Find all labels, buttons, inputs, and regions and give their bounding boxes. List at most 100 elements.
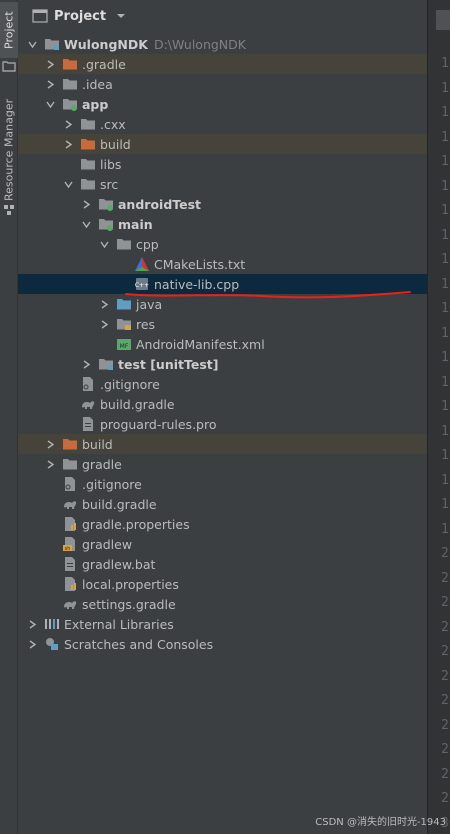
tree-item-cpp[interactable]: cpp bbox=[18, 234, 427, 254]
chevron-down-icon[interactable] bbox=[116, 11, 126, 21]
project-tree: WulongNDK D:\WulongNDK .gradle .idea app .cxx… bbox=[18, 34, 427, 654]
resource-manager-icon[interactable] bbox=[2, 204, 16, 216]
tree-item-label: src bbox=[100, 176, 119, 192]
chevron-right-icon[interactable] bbox=[44, 54, 56, 74]
project-view-title[interactable]: Project bbox=[54, 9, 106, 24]
tree-item-build[interactable]: build bbox=[18, 134, 427, 154]
tree-item-native-lib-cpp[interactable]: C++ native-lib.cpp bbox=[18, 274, 427, 294]
tree-item-build-gradle[interactable]: build.gradle bbox=[18, 494, 427, 514]
chevron-right-icon[interactable] bbox=[44, 74, 56, 94]
tree-item-test-unittest[interactable]: test [unitTest] bbox=[18, 354, 427, 374]
line-number: 1 bbox=[441, 521, 449, 537]
tree-item-gradlew-bat[interactable]: gradlew.bat bbox=[18, 554, 427, 574]
tree-item-external-libraries[interactable]: External Libraries bbox=[18, 614, 427, 634]
chevron-right-icon[interactable] bbox=[98, 314, 110, 334]
resource-manager-tab[interactable]: Resource Manager bbox=[0, 98, 18, 202]
line-number: 1 bbox=[441, 154, 449, 169]
tree-item-cxx[interactable]: .cxx bbox=[18, 114, 427, 134]
line-number: 1 bbox=[441, 129, 449, 145]
folder-grey-dot-icon bbox=[98, 356, 114, 372]
tree-item-label: gradlew bbox=[82, 536, 133, 552]
tree-item-gradlew[interactable]: sh gradlew bbox=[18, 534, 427, 554]
line-number: 1 bbox=[441, 448, 449, 463]
tree-item-label: gradlew.bat bbox=[82, 556, 156, 572]
tree-item-wulongndk[interactable]: WulongNDK D:\WulongNDK bbox=[18, 34, 427, 54]
chevron-right-icon[interactable] bbox=[80, 194, 92, 214]
tree-item-app[interactable]: app bbox=[18, 94, 427, 114]
line-number: 1 bbox=[441, 497, 449, 512]
tree-item-settings-gradle[interactable]: settings.gradle bbox=[18, 594, 427, 614]
line-number: 1 bbox=[441, 105, 449, 120]
chevron-right-icon[interactable] bbox=[44, 434, 56, 454]
properties-icon bbox=[62, 516, 78, 532]
gitignore-icon bbox=[80, 376, 96, 392]
line-number: 2 bbox=[441, 742, 449, 757]
tree-item-label: .gradle bbox=[82, 56, 126, 72]
tree-item-gitignore[interactable]: .gitignore bbox=[18, 374, 427, 394]
folder-res-icon bbox=[116, 316, 132, 332]
chevron-right-icon[interactable] bbox=[26, 634, 38, 654]
chevron-down-icon[interactable] bbox=[44, 94, 56, 114]
folder-grey-icon bbox=[80, 116, 96, 132]
folder-orange-icon bbox=[62, 436, 78, 452]
chevron-right-icon[interactable] bbox=[26, 614, 38, 634]
tree-item-gradle[interactable]: gradle bbox=[18, 454, 427, 474]
line-number: 2 bbox=[441, 546, 449, 561]
gradle-icon bbox=[80, 396, 96, 412]
tree-item-gradle-properties[interactable]: gradle.properties bbox=[18, 514, 427, 534]
manifest-icon: MF bbox=[116, 336, 132, 352]
tree-item-java[interactable]: java bbox=[18, 294, 427, 314]
editor-tab[interactable] bbox=[436, 10, 450, 30]
tree-item-main[interactable]: main bbox=[18, 214, 427, 234]
project-tool-tab[interactable]: Project bbox=[0, 2, 18, 58]
tree-item-label: .gitignore bbox=[100, 376, 160, 392]
tree-item-label: androidTest bbox=[118, 196, 202, 212]
chevron-down-icon[interactable] bbox=[62, 174, 74, 194]
chevron-down-icon[interactable] bbox=[98, 234, 110, 254]
chevron-right-icon[interactable] bbox=[80, 354, 92, 374]
module-folder-green-icon bbox=[62, 96, 78, 112]
tree-item-src[interactable]: src bbox=[18, 174, 427, 194]
project-panel: Project WulongNDK D:\WulongNDK .gradle .ide… bbox=[18, 0, 427, 834]
folder-grey-icon bbox=[80, 176, 96, 192]
chevron-down-icon[interactable] bbox=[26, 34, 38, 54]
line-number: 2 bbox=[441, 570, 449, 586]
tree-item-gitignore[interactable]: .gitignore bbox=[18, 474, 427, 494]
tree-item-build-gradle[interactable]: build.gradle bbox=[18, 394, 427, 414]
editor-area: 11111111111011111111122222222222230 bbox=[427, 0, 450, 834]
tree-item-gradle[interactable]: .gradle bbox=[18, 54, 427, 74]
tree-item-local-properties[interactable]: local.properties bbox=[18, 574, 427, 594]
line-number: 1 bbox=[441, 325, 449, 341]
line-number: 2 bbox=[441, 668, 449, 684]
tree-item-cmakelists-txt[interactable]: CMakeLists.txt bbox=[18, 254, 427, 274]
cmake-icon bbox=[134, 256, 150, 272]
tree-item-scratches-and-consoles[interactable]: Scratches and Consoles bbox=[18, 634, 427, 654]
tree-item-proguard-rules-pro[interactable]: proguard-rules.pro bbox=[18, 414, 427, 434]
folder-icon[interactable] bbox=[2, 60, 16, 72]
chevron-right-icon[interactable] bbox=[44, 454, 56, 474]
chevron-right-icon[interactable] bbox=[98, 294, 110, 314]
project-panel-header[interactable]: Project bbox=[18, 0, 427, 32]
chevron-down-icon[interactable] bbox=[80, 214, 92, 234]
tree-item-label: gradle bbox=[82, 456, 122, 472]
chevron-right-icon[interactable] bbox=[62, 134, 74, 154]
tree-item-idea[interactable]: .idea bbox=[18, 74, 427, 94]
watermark: CSDN @消失的旧时光-1943 bbox=[315, 817, 446, 828]
line-number: 1 bbox=[441, 423, 449, 439]
chevron-right-icon[interactable] bbox=[62, 114, 74, 134]
tree-item-androidtest[interactable]: androidTest bbox=[18, 194, 427, 214]
tree-item-res[interactable]: res bbox=[18, 314, 427, 334]
tree-item-build[interactable]: build bbox=[18, 434, 427, 454]
tree-item-libs[interactable]: libs bbox=[18, 154, 427, 174]
tree-item-label: test [unitTest] bbox=[118, 356, 219, 372]
gradlew-icon: sh bbox=[62, 536, 78, 552]
folder-grey-icon bbox=[62, 456, 78, 472]
tree-item-androidmanifest-xml[interactable]: MF AndroidManifest.xml bbox=[18, 334, 427, 354]
tree-item-label: main bbox=[118, 216, 153, 232]
line-number: 2 bbox=[441, 766, 449, 782]
line-number: 2 bbox=[441, 791, 449, 806]
folder-orange-icon bbox=[62, 56, 78, 72]
